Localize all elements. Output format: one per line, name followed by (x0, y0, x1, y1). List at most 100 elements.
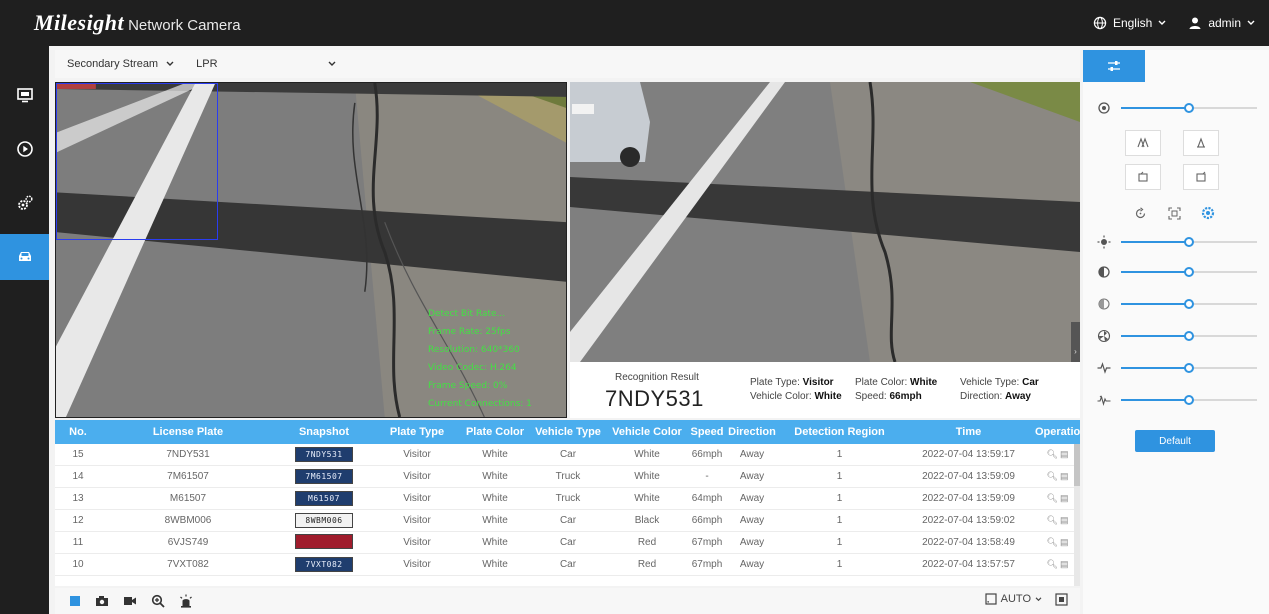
osd-line: Detect Bit Rate... (428, 309, 506, 319)
table-row[interactable]: 11 6VJS749 Visitor White Car Red 67mph Away 1 202… (55, 532, 1080, 554)
nav-live-view[interactable] (0, 72, 49, 118)
col-time: Time (955, 426, 982, 438)
slider-knob[interactable] (1184, 237, 1194, 247)
slider-contrast[interactable] (1097, 264, 1257, 280)
top-bar: Milesight Network Camera English admin (0, 0, 1269, 46)
snapshot-cell (275, 533, 373, 552)
language-select[interactable]: English (1093, 16, 1166, 30)
plate-snapshot-thumbnail[interactable] (295, 533, 353, 549)
cell-time: 2022-07-04 13:59:17 (922, 449, 1015, 460)
focus-near-button[interactable] (1125, 164, 1161, 190)
cell-speed: 66mph (691, 515, 723, 526)
slider-track[interactable] (1121, 103, 1257, 113)
zoom-wide-icon (1137, 137, 1149, 148)
plate-color-info: Plate Color: White (855, 377, 938, 388)
stop-icon (70, 596, 80, 606)
focus-frame-icon (1167, 206, 1181, 220)
live-video[interactable]: Detect Bit Rate... Frame Rate: 25fps Res… (55, 82, 567, 418)
slider-track[interactable] (1121, 267, 1257, 277)
slider-knob[interactable] (1184, 299, 1194, 309)
one-push-focus-button[interactable] (1131, 204, 1149, 222)
user-menu[interactable]: admin (1188, 16, 1255, 30)
cell-pcolor: White (482, 471, 508, 482)
search-icon[interactable]: 🔍︎ (1047, 515, 1058, 525)
record-button[interactable] (123, 595, 137, 607)
zoom-mode-select[interactable]: AUTO (985, 593, 1042, 605)
cell-pcolor: White (482, 559, 508, 570)
stream-select[interactable]: Secondary Stream (67, 58, 174, 70)
focus-area-button[interactable] (1165, 204, 1183, 222)
cell-plate: 7NDY531 (166, 449, 210, 460)
table-row[interactable]: 13 M61507 M61507 Visitor White Truck White 64mp… (55, 488, 1080, 510)
zoom-button[interactable] (151, 594, 165, 608)
slider-fill (1121, 107, 1189, 109)
slider-wdr[interactable] (1097, 392, 1257, 408)
stop-button[interactable] (69, 595, 81, 607)
table-scroll-thumb[interactable] (1074, 444, 1080, 486)
plate-snapshot-thumbnail[interactable]: M61507 (295, 491, 353, 506)
slider-track[interactable] (1121, 395, 1257, 405)
plate-snapshot-thumbnail[interactable]: 7VXT082 (295, 557, 353, 572)
plate-snapshot-thumbnail[interactable]: 7M61507 (295, 469, 353, 484)
nav-vehicle[interactable] (0, 234, 49, 280)
details-icon[interactable]: ▤ (1060, 449, 1069, 459)
table-row[interactable]: 10 7VXT082 7VXT082 Visitor White Car Red 67mph A… (55, 554, 1080, 576)
fullscreen-button[interactable] (1055, 593, 1068, 611)
nav-playback[interactable] (0, 126, 49, 172)
details-icon[interactable]: ▤ (1060, 559, 1069, 569)
slider-track[interactable] (1121, 299, 1257, 309)
details-icon[interactable]: ▤ (1060, 515, 1069, 525)
slider-knob[interactable] (1184, 267, 1194, 277)
cell-dir: Away (739, 537, 765, 548)
nav-settings[interactable] (0, 180, 49, 226)
noise-reduction-icon (1097, 362, 1111, 374)
cell-vcolor: White (634, 493, 660, 504)
slider-noise-reduction[interactable] (1097, 360, 1257, 376)
slider-iris[interactable] (1097, 100, 1257, 116)
table-row[interactable]: 12 8WBM006 8WBM006 Visitor White Car Black 66mp… (55, 510, 1080, 532)
alarm-button[interactable] (179, 594, 193, 608)
mode-select[interactable]: LPR (196, 58, 336, 70)
slider-track[interactable] (1121, 237, 1257, 247)
focus-far-button[interactable] (1183, 164, 1219, 190)
slider-track[interactable] (1121, 363, 1257, 373)
plate-snapshot-thumbnail[interactable]: 7NDY531 (295, 447, 353, 462)
details-icon[interactable]: ▤ (1060, 493, 1069, 503)
chevron-down-icon (166, 61, 174, 66)
recognition-snapshot (570, 82, 1080, 362)
zoom-in-button[interactable] (1183, 130, 1219, 156)
snapshot-scene-image (570, 82, 1080, 362)
search-icon[interactable]: 🔍︎ (1047, 493, 1058, 503)
slider-knob[interactable] (1184, 103, 1194, 113)
zoom-out-button[interactable] (1125, 130, 1161, 156)
search-icon[interactable]: 🔍︎ (1047, 471, 1058, 481)
default-button[interactable]: Default (1135, 430, 1215, 452)
speed-info: Speed: 66mph (855, 391, 922, 402)
slider-brightness[interactable] (1097, 234, 1257, 250)
slider-sharpness[interactable] (1097, 328, 1257, 344)
table-row[interactable]: 14 7M61507 7M61507 Visitor White Truck White - A… (55, 466, 1080, 488)
tab-image-settings[interactable] (1083, 50, 1145, 82)
result-title: Recognition Result (615, 372, 699, 383)
slider-track[interactable] (1121, 331, 1257, 341)
search-icon[interactable]: 🔍︎ (1047, 559, 1058, 569)
cell-speed: 64mph (691, 493, 723, 504)
details-icon[interactable]: ▤ (1060, 537, 1069, 547)
slider-knob[interactable] (1184, 331, 1194, 341)
table-row[interactable]: 15 7NDY531 7NDY531 Visitor White Car White 66mp… (55, 444, 1080, 466)
cell-ptype: Visitor (403, 493, 431, 504)
car-icon (18, 252, 31, 261)
col-direction: Direction (728, 426, 776, 438)
snapshot-button[interactable] (95, 595, 109, 607)
slider-knob[interactable] (1184, 395, 1194, 405)
detection-region-box[interactable] (56, 83, 218, 240)
image-settings-button[interactable] (1199, 204, 1217, 222)
slider-knob[interactable] (1184, 363, 1194, 373)
slider-saturation[interactable] (1097, 296, 1257, 312)
cell-time: 2022-07-04 13:59:09 (922, 471, 1015, 482)
search-icon[interactable]: 🔍︎ (1047, 537, 1058, 547)
search-icon[interactable]: 🔍︎ (1047, 449, 1058, 459)
plate-snapshot-thumbnail[interactable]: 8WBM006 (295, 513, 353, 528)
details-icon[interactable]: ▤ (1060, 471, 1069, 481)
cell-ptype: Visitor (403, 449, 431, 460)
